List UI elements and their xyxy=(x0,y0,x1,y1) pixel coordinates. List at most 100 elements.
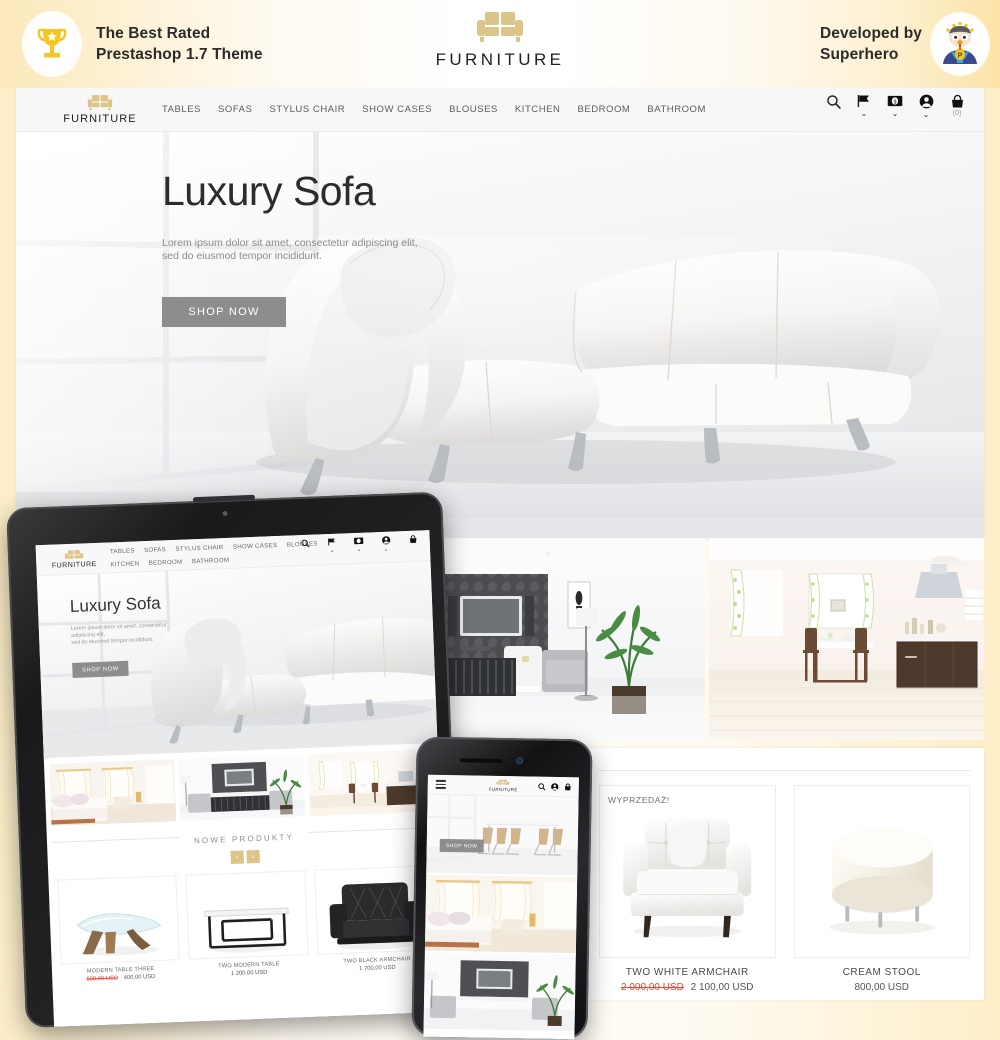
nav-item-kitchen[interactable]: KITCHEN xyxy=(515,104,561,115)
living-room-scene xyxy=(430,538,705,740)
tablet-nav-kitchen[interactable]: KITCHEN xyxy=(110,560,139,568)
old-price: 2 000,00 USD xyxy=(621,982,684,993)
room-photo-strip xyxy=(430,538,984,740)
tablet-logo[interactable]: FURNITURE xyxy=(46,548,103,569)
promo-bar: The Best Rated Prestashop 1.7 Theme FURN… xyxy=(0,0,1000,88)
white-armchair-photo[interactable]: WYPRZEDAŻ! xyxy=(599,785,776,958)
phone-dining-scene xyxy=(426,795,578,876)
cart-icon[interactable] xyxy=(564,783,572,791)
site-logo[interactable]: FURNITURE xyxy=(56,94,144,125)
black-frame-table-photo[interactable] xyxy=(186,870,309,960)
language-selector[interactable]: ⌄ xyxy=(855,94,873,117)
cream-stool-photo[interactable] xyxy=(794,785,971,958)
language-selector[interactable]: ⌄ xyxy=(323,538,342,556)
site-navbar: FURNITURE TABLES SOFAS STYLUS CHAIR SHOW… xyxy=(16,88,984,132)
current-price: 800,00 USD xyxy=(855,982,909,993)
phone-nav-icons xyxy=(538,782,572,791)
living-room-slide-photo[interactable] xyxy=(424,951,576,1032)
tablet-nav-sofas[interactable]: SOFAS xyxy=(144,546,166,554)
white-armchair-image xyxy=(600,786,774,954)
nav-item-blouses[interactable]: BLOUSES xyxy=(449,104,498,115)
nav-item-tables[interactable]: TABLES xyxy=(162,104,201,115)
tablet-product-card[interactable]: MODERN TABLE THREE 500,00 USD 400,00 USD xyxy=(57,875,180,984)
tablet-hero-description: Lorem ipsum dolor sit amet, consectetur … xyxy=(71,622,168,647)
tablet-speaker xyxy=(193,495,255,502)
currency-selector[interactable]: $ ⌄ xyxy=(886,94,904,117)
nav-item-bathroom[interactable]: BATHROOM xyxy=(647,104,706,115)
shop-now-button[interactable]: SHOP NOW xyxy=(162,297,286,327)
carousel-next-button[interactable]: › xyxy=(246,850,259,863)
bedroom-slide-photo[interactable] xyxy=(425,873,577,954)
current-price: 2 100,00 USD xyxy=(691,982,754,993)
account-menu[interactable]: ⌄ xyxy=(377,535,396,554)
tablet-nav-bathroom[interactable]: BATHROOM xyxy=(192,557,230,565)
glass-coffee-table-photo[interactable] xyxy=(57,875,180,965)
cart-icon xyxy=(950,94,965,109)
hamburger-menu-icon[interactable] xyxy=(436,780,446,788)
cart-count: (0) xyxy=(953,110,962,117)
product-card[interactable]: WYPRZEDAŻ! xyxy=(599,785,776,993)
nav-item-sofas[interactable]: SOFAS xyxy=(218,104,252,115)
product-price: 800,00 USD xyxy=(794,982,971,993)
dining-kitchen-photo[interactable] xyxy=(709,538,984,740)
promo-logo-text: FURNITURE xyxy=(436,50,565,70)
bedroom-scene xyxy=(49,759,177,826)
currency-selector[interactable]: ⌄ xyxy=(350,537,369,555)
product-card[interactable]: CREAM STOOL 800,00 USD xyxy=(794,785,971,993)
product-grid: WYPRZEDAŻ! xyxy=(585,785,984,993)
sale-badge: WYPRZEDAŻ! xyxy=(608,795,670,805)
tablet-nav-bedroom[interactable]: BEDROOM xyxy=(149,559,183,567)
search-button[interactable] xyxy=(824,94,842,109)
current-price: 1 700,00 USD xyxy=(359,965,396,972)
tablet-screen: FURNITURE TABLES SOFAS STYLUS CHAIR SHOW… xyxy=(36,530,448,1027)
search-icon[interactable] xyxy=(538,782,546,790)
currency-icon: $ xyxy=(887,94,903,108)
tablet-shop-now-button[interactable]: SHOP NOW xyxy=(72,661,129,678)
nav-item-show-cases[interactable]: SHOW CASES xyxy=(362,104,432,115)
search-button[interactable] xyxy=(296,539,314,549)
site-logo-text: FURNITURE xyxy=(63,113,136,125)
nav-item-bedroom[interactable]: BEDROOM xyxy=(577,104,630,115)
modern-table-image xyxy=(187,871,308,959)
tablet-product-card[interactable]: TWO MODERN TABLE 1 200,00 USD xyxy=(186,870,309,979)
sofa-logo-icon xyxy=(473,8,527,48)
bedroom-category-photo[interactable] xyxy=(49,759,177,826)
cart-icon xyxy=(408,535,417,544)
current-price: 400,00 USD xyxy=(124,974,156,981)
flag-language-icon xyxy=(327,538,336,546)
phone-logo[interactable]: FURNITURE xyxy=(489,779,518,793)
site-nav-icons: ⌄ $ ⌄ ⌄ xyxy=(824,94,966,118)
promo-right-line1: Developed by xyxy=(820,23,922,44)
nav-item-stylus-chair[interactable]: STYLUS CHAIR xyxy=(269,104,345,115)
chevron-down-icon: ⌄ xyxy=(383,547,388,554)
tablet-nav-tables[interactable]: TABLES xyxy=(110,547,135,555)
sofa-logo-icon xyxy=(496,779,511,787)
superhero-mascot-icon: P xyxy=(937,20,983,68)
panel-divider xyxy=(599,770,970,771)
tablet-nav-show-cases[interactable]: SHOW CASES xyxy=(233,542,278,551)
tablet-hero-title: Luxury Sofa xyxy=(70,593,167,617)
phone-shop-now-button[interactable]: SHOP NOW xyxy=(440,839,484,853)
living-room-tv-photo[interactable] xyxy=(430,538,705,740)
carousel-prev-button[interactable]: ‹ xyxy=(230,851,243,864)
living-room-category-photo[interactable] xyxy=(178,754,306,821)
dining-room-slide-photo[interactable]: SHOP NOW xyxy=(426,795,578,876)
glass-table-image xyxy=(58,876,179,964)
product-name: CREAM STOOL xyxy=(794,967,971,978)
account-icon[interactable] xyxy=(551,782,559,790)
tablet-hero-slide: Luxury Sofa Lorem ipsum dolor sit amet, … xyxy=(37,561,438,758)
chevron-down-icon: ⌄ xyxy=(329,548,334,555)
promo-right-line2: Superhero xyxy=(820,44,922,65)
phone-logo-text: FURNITURE xyxy=(489,787,518,793)
tablet-logo-text: FURNITURE xyxy=(52,560,97,569)
chevron-down-icon: ⌄ xyxy=(861,110,868,117)
promo-right-text: Developed by Superhero xyxy=(820,23,922,65)
sofa-logo-icon xyxy=(62,549,86,562)
account-menu[interactable]: ⌄ xyxy=(917,94,935,118)
tablet-nav-stylus[interactable]: STYLUS CHAIR xyxy=(175,544,223,553)
cart-button[interactable] xyxy=(403,534,421,544)
desktop-site-screenshot: FURNITURE TABLES SOFAS STYLUS CHAIR SHOW… xyxy=(16,88,984,538)
current-price: 1 200,00 USD xyxy=(231,970,268,977)
cart-button[interactable]: (0) xyxy=(948,94,966,117)
cream-stool-image xyxy=(795,786,969,954)
